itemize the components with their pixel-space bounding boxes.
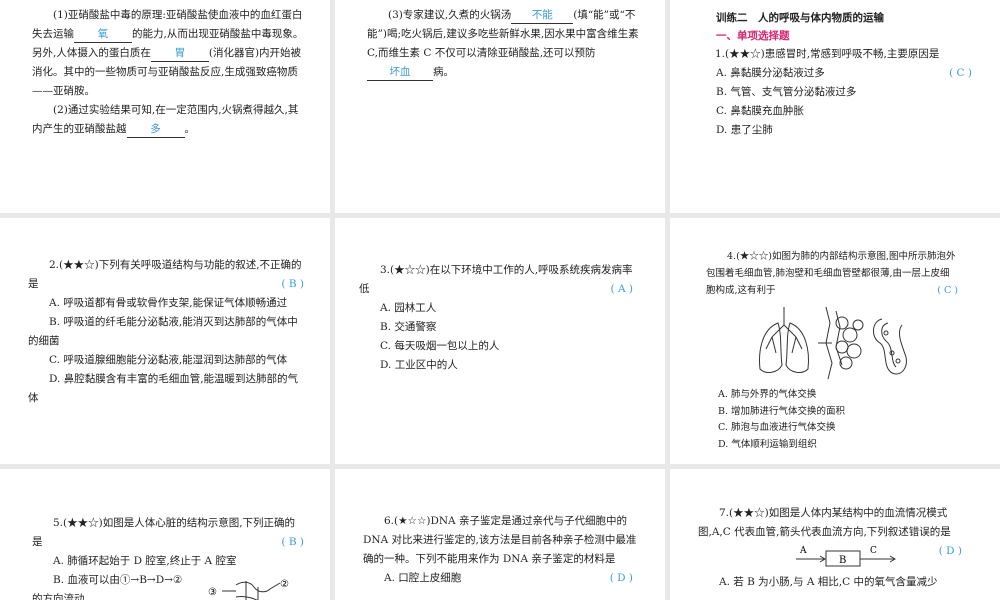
option: A. 呼吸道都有骨或软骨作支架,能保证气体顺畅通过 [49,297,288,309]
page-title: 训练二 人的呼吸与体内物质的运输 [716,12,884,24]
blood-flow-diagram: A C B [796,546,896,567]
answer-blank: 氧 [74,27,132,43]
answer-blank: 不能 [511,8,574,24]
answer-blank: 坏血 [367,65,433,81]
panel-q6: 6.(★☆☆)DNA 亲子鉴定是通过亲代与子代细胞中的 DNA 对比来进行鉴定的… [335,469,665,600]
option: C. 每天吸烟一包以上的人 [380,340,500,352]
option: D. 工业区中的人 [380,359,458,371]
label-2: ② [280,579,289,590]
section-heading: 一、单项选择题 [716,30,790,42]
panel-q-nitrite-1: (1)亚硝酸盐中毒的原理:亚硝酸盐使血液中的血红蛋白失去运输氧的能力,从而出现亚… [0,0,330,213]
option: B. 交通警察 [380,321,437,333]
option: C. 呼吸道腺细胞能分泌黏液,能湿润到达肺部的气体 [49,354,288,366]
answer-mark: ( B ) [281,536,304,548]
answer-mark: ( A ) [610,283,633,295]
label-vessel-a: A [799,546,807,556]
answer-mark: ( C ) [937,285,958,296]
option: D. 患了尘肺 [716,124,773,136]
question-stem: 1.(★★☆)患感冒时,常感到呼吸不畅,主要原因是( C ) [694,45,972,79]
option: C. 鼻黏膜充血肿胀 [716,105,804,117]
answer-mark: ( C ) [949,67,972,79]
option: C. 肺泡与血液进行气体交换 [718,422,836,433]
panel-q2: 2.(★★☆)下列有关呼吸道结构与功能的叙述,不正确的是( B ) A. 呼吸道… [0,218,330,464]
question-stem: 3.(★☆☆)在以下环境中工作的人,呼吸系统疾病发病率低( A ) [359,261,633,299]
option: D. 鼻腔黏膜含有丰富的毛细血管,能温暖到达肺部的气体 [28,373,299,404]
option: B. 呼吸道的纤毛能分泌黏液,能消灭到达肺部的气体中的细菌 [28,316,298,347]
answer-blank: 多 [126,122,185,138]
nitrite-paragraph-2: (2)通过实验结果可知,在一定范围内,火锅煮得越久,其内产生的亚硝酸盐越多。 [32,101,308,139]
label-3: ③ [208,587,217,598]
option-partial: A. 若 B 为小肠,与 A 相比,C 中的氧气含量减少 [719,576,938,588]
panel-q3: 3.(★☆☆)在以下环境中工作的人,呼吸系统疾病发病率低( A ) A. 园林工… [335,218,665,464]
panel-q7: 7.(★★☆)如图是人体内某结构中的血流情况模式图,A,C 代表血管,箭头代表血… [670,469,1000,600]
answer-mark: ( B ) [281,278,304,290]
answer-blank: 胃 [150,46,209,62]
question-stem: 6.(★☆☆)DNA 亲子鉴定是通过亲代与子代细胞中的 DNA 对比来进行鉴定的… [363,512,639,584]
panel-q-nitrite-3: (3)专家建议,久煮的火锅汤 不能 (填“能”或“不能”)喝;吃火锅后,建议多吃些新… [335,0,665,213]
panel-q5: 5.(★★☆)如图是人体心脏的结构示意图,下列正确的是( B ) A. 肺循环起… [0,469,330,600]
nitrite-paragraph-3: (3)专家建议,久煮的火锅汤 不能 (填“能”或“不能”)喝;吃火锅后,建议多吃些新… [367,6,643,82]
option: A. 肺循环起始于 D 腔室,终止于 A 腔室 [53,555,237,567]
option: B. 气管、支气管分泌黏液过多 [716,86,857,98]
panel-q4: 4.(★☆☆)如图为肺的内部结构示意图,图中所示肺泡外包围着毛细血管,肺泡壁和毛… [670,218,1000,464]
lung-structure-figure [759,306,907,380]
question-stem: 2.(★★☆)下列有关呼吸道结构与功能的叙述,不正确的是( B ) [28,256,304,294]
option: B. 增加肺进行气体交换的面积 [718,405,846,417]
option: A. 园林工人 [380,302,437,314]
label-vessel-c: C [870,546,877,556]
option: A. 肺与外界的气体交换 [718,389,817,400]
question-stem: 7.(★★☆)如图是人体内某结构中的血流情况模式图,A,C 代表血管,箭头代表血… [698,504,974,557]
heart-figure: ③ ② [208,579,289,600]
label-structure-b: B [839,555,846,566]
panel-q1: 训练二 人的呼吸与体内物质的运输 一、单项选择题 1.(★★☆)患感冒时,常感到… [670,0,1000,213]
nitrite-paragraph-1: (1)亚硝酸盐中毒的原理:亚硝酸盐使血液中的血红蛋白失去运输氧的能力,从而出现亚… [32,9,304,97]
question-stem: 4.(★☆☆)如图为肺的内部结构示意图,图中所示肺泡外包围着毛细血管,肺泡壁和毛… [706,248,958,299]
question-stem: 5.(★★☆)如图是人体心脏的结构示意图,下列正确的是( B ) [32,514,304,552]
answer-mark: ( D ) [938,545,962,557]
answer-mark: ( D ) [609,572,633,584]
option: D. 气体顺利运输到组织 [718,438,817,450]
